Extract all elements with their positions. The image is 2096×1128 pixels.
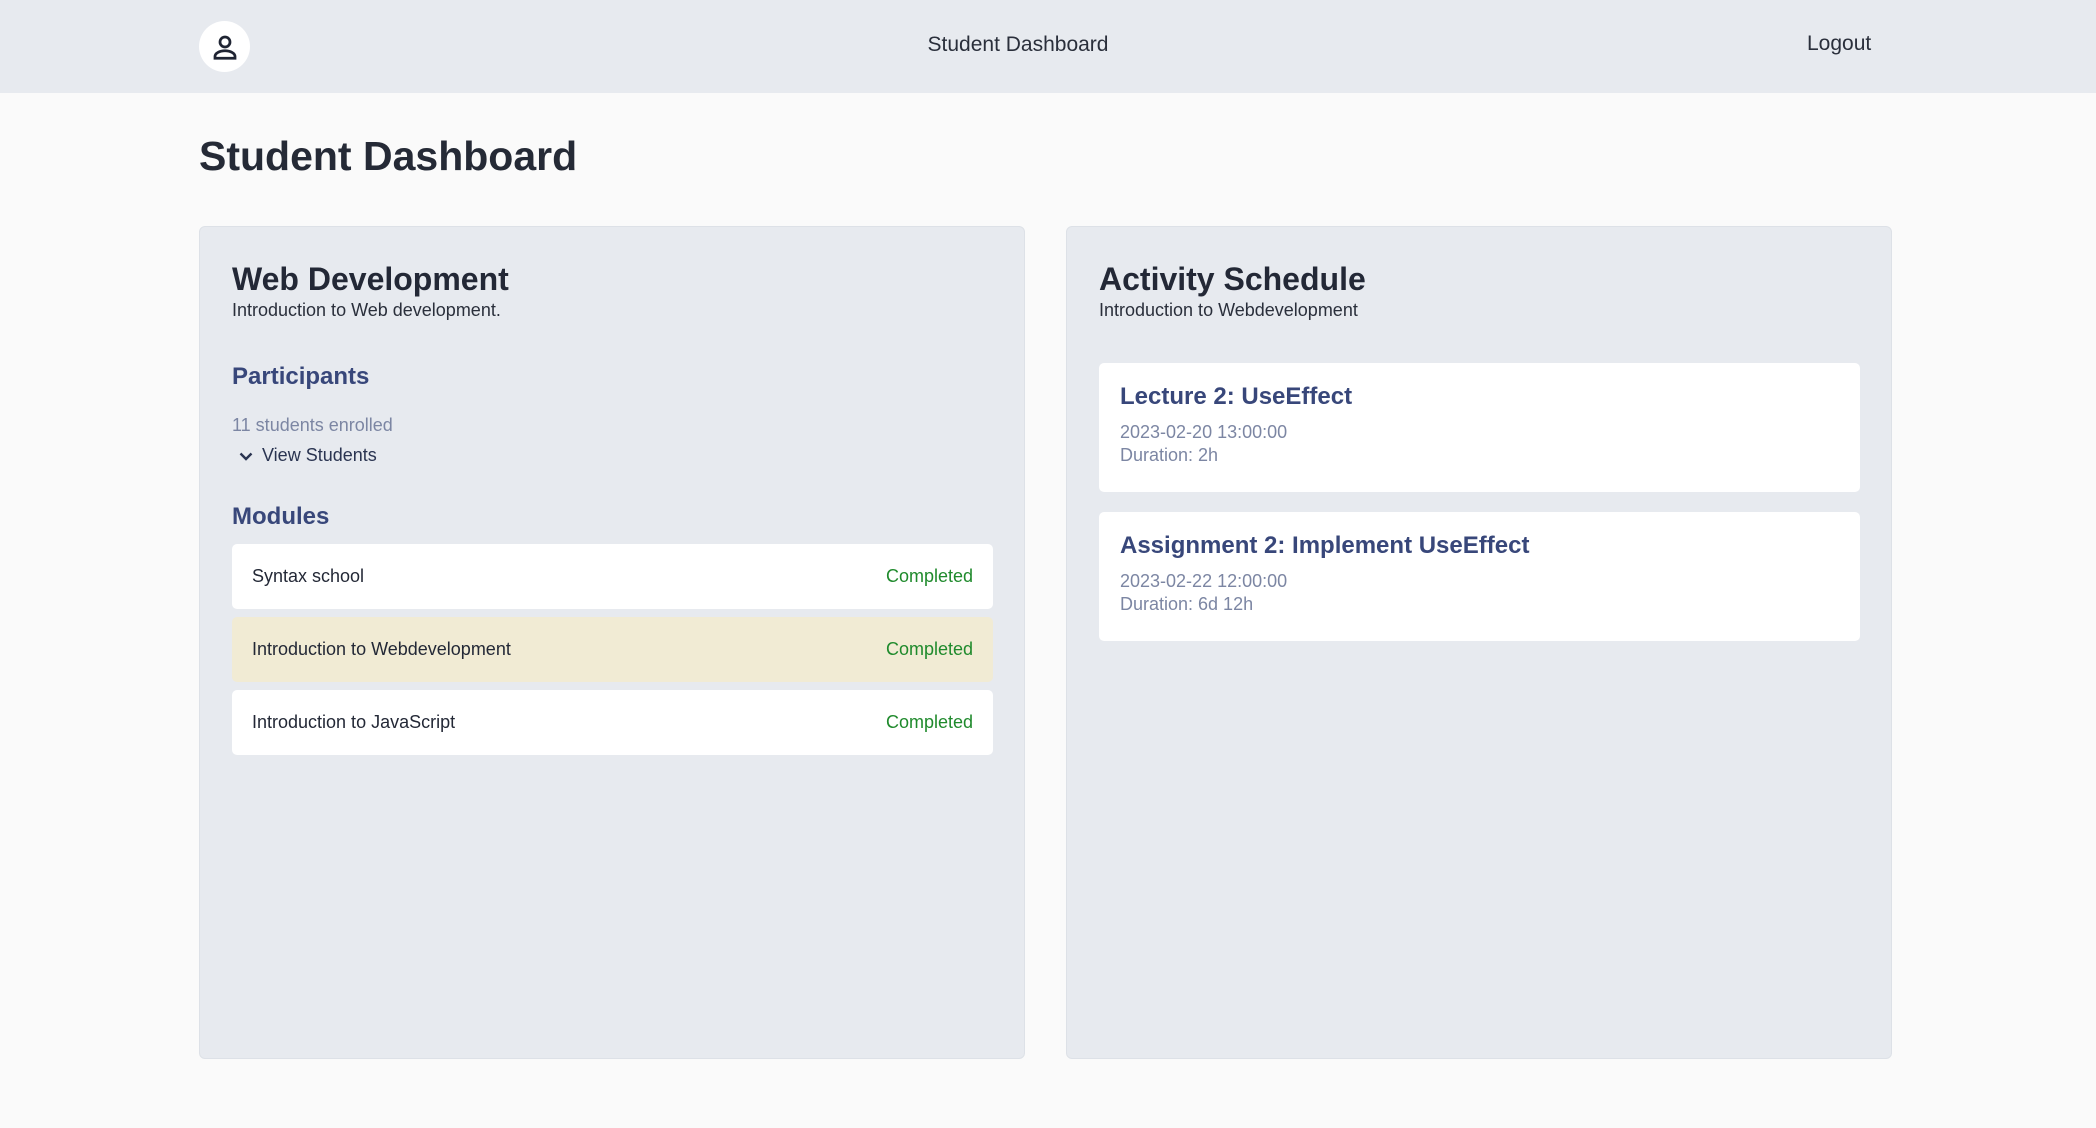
schedule-subtitle: Introduction to Webdevelopment xyxy=(1099,300,1358,320)
top-navbar: Student Dashboard Logout xyxy=(0,0,2096,93)
schedule-event[interactable]: Assignment 2: Implement UseEffect 2023-0… xyxy=(1099,512,1860,641)
logout-button[interactable]: Logout xyxy=(1807,32,1871,56)
participants-heading: Participants xyxy=(232,363,370,390)
event-date: 2023-02-22 12:00:00 xyxy=(1120,571,1288,591)
module-name: Introduction to JavaScript xyxy=(252,712,456,732)
course-subtitle: Introduction to Web development. xyxy=(232,300,501,320)
module-row[interactable]: Introduction to Webdevelopment Completed xyxy=(232,617,993,682)
modules-heading: Modules xyxy=(232,503,330,530)
module-status: Completed xyxy=(885,712,973,732)
event-title: Assignment 2: Implement UseEffect xyxy=(1120,532,1530,559)
module-row[interactable]: Syntax school Completed xyxy=(232,544,993,609)
module-name: Syntax school xyxy=(252,566,365,586)
schedule-title: Activity Schedule xyxy=(1099,261,1366,297)
course-title: Web Development xyxy=(232,261,509,297)
event-date: 2023-02-20 13:00:00 xyxy=(1120,422,1288,442)
course-card: Web Development Introduction to Web deve… xyxy=(199,226,1025,1059)
schedule-card: Activity Schedule Introduction to Webdev… xyxy=(1066,226,1892,1059)
event-duration: Duration: 6d 12h xyxy=(1120,594,1254,614)
event-duration: Duration: 2h xyxy=(1120,445,1219,465)
view-students-toggle[interactable]: View Students xyxy=(238,445,377,466)
schedule-event[interactable]: Lecture 2: UseEffect 2023-02-20 13:00:00… xyxy=(1099,363,1860,492)
module-row[interactable]: Introduction to JavaScript Completed xyxy=(232,690,993,755)
enrolled-count: 11 students enrolled xyxy=(232,415,393,435)
event-title: Lecture 2: UseEffect xyxy=(1120,383,1353,410)
view-students-label: View Students xyxy=(262,445,377,465)
module-status: Completed xyxy=(885,566,973,586)
module-status: Completed xyxy=(885,639,973,659)
module-name: Introduction to Webdevelopment xyxy=(252,639,511,659)
navbar-title: Student Dashboard xyxy=(927,33,1109,56)
page-title: Student Dashboard xyxy=(199,133,578,179)
chevron-down-icon xyxy=(239,452,253,461)
